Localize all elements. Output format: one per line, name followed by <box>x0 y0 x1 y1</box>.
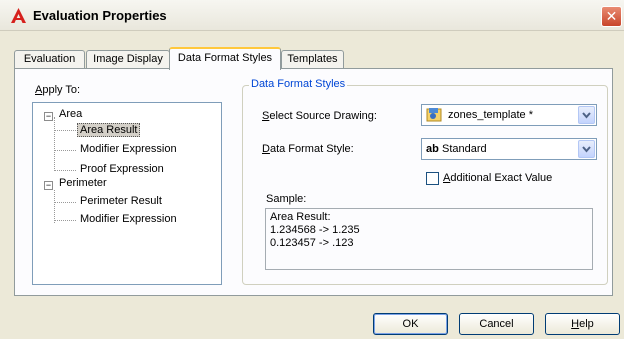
tree-connector <box>54 150 76 151</box>
data-format-style-label: Data Format Style: <box>262 143 354 155</box>
tree-item-proof-expression[interactable]: Proof Expression <box>80 163 164 175</box>
group-title: Data Format Styles <box>249 78 348 90</box>
drawing-file-icon <box>426 108 442 122</box>
evaluation-properties-dialog: Evaluation Properties ✕ Evaluation Image… <box>0 0 624 339</box>
chevron-down-icon <box>582 146 591 153</box>
tree-item-area-modifier-expression[interactable]: Modifier Expression <box>80 143 177 155</box>
apply-to-label: Apply To: <box>35 84 81 96</box>
sample-line: 1.234568 -> 1.235 <box>270 224 360 236</box>
data-format-style-value: Standard <box>442 143 487 155</box>
tree-connector <box>54 117 55 171</box>
tree-item-area[interactable]: Area <box>59 108 82 120</box>
close-icon: ✕ <box>605 8 618 24</box>
source-drawing-dropdown-button[interactable] <box>578 106 595 124</box>
tree-item-perimeter-result[interactable]: Perimeter Result <box>80 195 162 207</box>
tree-connector <box>54 202 76 203</box>
data-format-style-combo[interactable]: ab Standard <box>421 138 597 160</box>
tree-connector <box>54 220 76 221</box>
collapse-perimeter-icon[interactable]: − <box>44 181 53 190</box>
sample-line: 0.123457 -> .123 <box>270 237 354 249</box>
collapse-area-icon[interactable]: − <box>44 112 53 121</box>
source-drawing-value: zones_template * <box>448 109 533 121</box>
tab-image-display[interactable]: Image Display <box>86 50 170 69</box>
help-button[interactable]: Help <box>545 313 620 335</box>
tree-connector <box>54 130 76 131</box>
title-bar[interactable]: Evaluation Properties ✕ <box>0 0 624 31</box>
tab-data-format-styles[interactable]: Data Format Styles <box>169 47 281 70</box>
window-title: Evaluation Properties <box>33 8 167 23</box>
tab-evaluation[interactable]: Evaluation <box>14 50 85 69</box>
tree-item-perimeter[interactable]: Perimeter <box>59 177 107 189</box>
apply-to-tree[interactable]: − Area Area Result Modifier Expression P… <box>32 102 222 285</box>
data-format-style-dropdown-button[interactable] <box>578 140 595 158</box>
tab-templates[interactable]: Templates <box>281 50 344 69</box>
tree-item-perimeter-modifier-expression[interactable]: Modifier Expression <box>80 213 177 225</box>
sample-preview: Area Result: 1.234568 -> 1.235 0.123457 … <box>265 208 593 270</box>
tree-connector <box>54 190 55 223</box>
sample-label: Sample: <box>266 193 307 205</box>
text-style-icon: ab <box>426 143 439 155</box>
source-drawing-combo[interactable]: zones_template * <box>421 104 597 126</box>
close-button[interactable]: ✕ <box>601 6 622 27</box>
tree-item-area-result[interactable]: Area Result <box>77 123 141 137</box>
additional-exact-value-label[interactable]: Additional Exact Value <box>443 172 552 184</box>
cancel-button[interactable]: Cancel <box>459 313 534 335</box>
sample-line: Area Result: <box>270 211 331 223</box>
additional-exact-value-checkbox[interactable] <box>426 172 439 185</box>
ok-button[interactable]: OK <box>373 313 448 335</box>
tree-connector <box>54 170 76 171</box>
chevron-down-icon <box>582 112 591 119</box>
autocad-icon <box>11 8 26 23</box>
select-source-drawing-label: Select Source Drawing: <box>262 110 377 122</box>
